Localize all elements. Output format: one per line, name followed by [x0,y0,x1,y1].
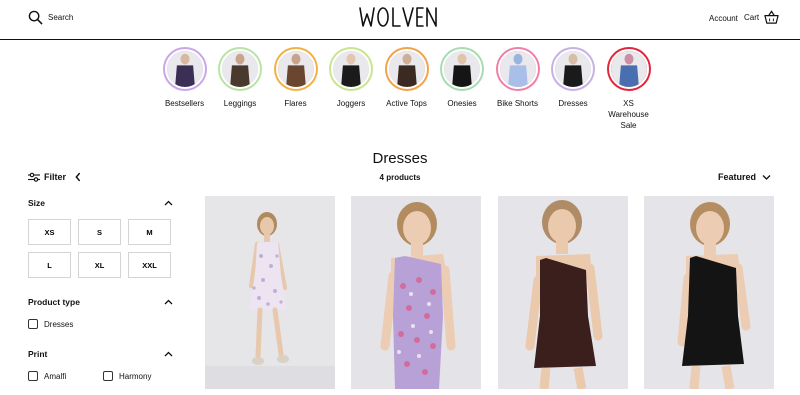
product-count: 4 products [379,173,421,182]
site-header: Search Account Cart [0,0,800,40]
product-card-1[interactable] [205,196,335,389]
product-image [644,196,774,389]
category-bike-shorts[interactable]: Bike Shorts [490,47,545,131]
checkbox-label: Amalfi [44,371,67,381]
product-card-4[interactable] [644,196,774,389]
category-ring [162,47,207,91]
category-label: Bike Shorts [497,99,538,108]
account-link[interactable]: Account [709,14,738,23]
size-option-xs[interactable]: XS [28,219,71,245]
category-ring [495,47,540,91]
brand-logo[interactable] [0,4,800,35]
category-thumbnail [442,49,482,89]
checkbox-label: Harmony [119,371,152,381]
category-label: Flares [284,99,307,108]
filter-label: Filter [44,172,67,182]
category-label: XS Warehouse Sale [608,99,649,130]
cart-label: Cart [744,13,760,22]
page-title: Dresses [372,150,428,167]
basket-icon [764,10,779,24]
category-active-tops[interactable]: Active Tops [379,47,434,131]
category-ring [384,47,429,91]
category-ring [329,47,373,91]
logo-wordmark [359,7,437,27]
size-option-m[interactable]: M [128,219,171,245]
checkbox-harmony[interactable]: Harmony [103,371,151,381]
checkbox-box [28,371,38,381]
sort-dropdown[interactable]: Featured [718,172,771,182]
category-dresses[interactable]: Dresses [546,47,601,131]
size-option-xxl[interactable]: XXL [128,252,171,278]
category-bestsellers[interactable]: Bestsellers [157,47,212,131]
size-option-s[interactable]: S [78,219,121,245]
category-flares[interactable]: Flares [268,47,323,131]
product-card-3[interactable] [498,196,628,389]
product-type-filter-header[interactable]: Product type [28,297,173,307]
checkbox-amalfi[interactable]: Amalfi [28,371,66,381]
checkbox-label: Dresses [44,319,74,329]
product-image [498,196,628,389]
category-label: Onesies [447,99,477,108]
category-ring [551,47,595,91]
category-carousel: Bestsellers Leggings Flares Joggers Active T… [157,47,656,131]
category-ring [273,47,318,91]
category-ring [606,47,651,91]
category-thumbnail [553,49,593,89]
category-thumbnail [164,49,205,89]
category-thumbnail [386,49,427,89]
chevron-down-icon [762,174,771,180]
size-filter-title: Size [28,198,46,208]
sort-label: Featured [718,172,757,182]
checkbox-box [103,371,113,381]
product-image [351,196,481,389]
checkbox-box [28,319,38,329]
category-thumbnail [331,49,371,89]
category-label: Bestsellers [164,99,205,108]
product-image [205,196,335,389]
print-filter-header[interactable]: Print [28,349,173,359]
category-joggers[interactable]: Joggers [324,47,379,131]
category-onesies[interactable]: Onesies [435,47,490,131]
category-thumbnail [497,49,538,89]
category-label: Joggers [336,99,366,108]
category-thumbnail [220,49,260,89]
chevron-up-icon [164,200,173,206]
checkbox-dresses[interactable]: Dresses [28,319,73,329]
category-label: Leggings [223,99,257,108]
category-xs-warehouse-sale[interactable]: XS Warehouse Sale [601,47,656,131]
category-ring [440,47,484,91]
category-label: Dresses [558,99,588,108]
sliders-icon [28,172,40,182]
product-type-filter-title: Product type [28,297,80,307]
size-option-l[interactable]: L [28,252,71,278]
size-options: XS S M L XL XXL [28,219,171,278]
size-filter-header[interactable]: Size [28,198,173,208]
category-thumbnail [275,49,316,89]
filter-toggle[interactable]: Filter [28,172,88,182]
chevron-up-icon [164,299,173,305]
cart-button[interactable]: Cart [744,10,779,25]
category-thumbnail [608,49,649,89]
chevron-up-icon [164,351,173,357]
product-card-2[interactable] [351,196,481,389]
size-option-xl[interactable]: XL [78,252,121,278]
category-ring [218,47,262,91]
print-filter-title: Print [28,349,48,359]
category-leggings[interactable]: Leggings [213,47,268,131]
chevron-left-icon [75,172,81,182]
category-label: Active Tops [386,99,427,108]
